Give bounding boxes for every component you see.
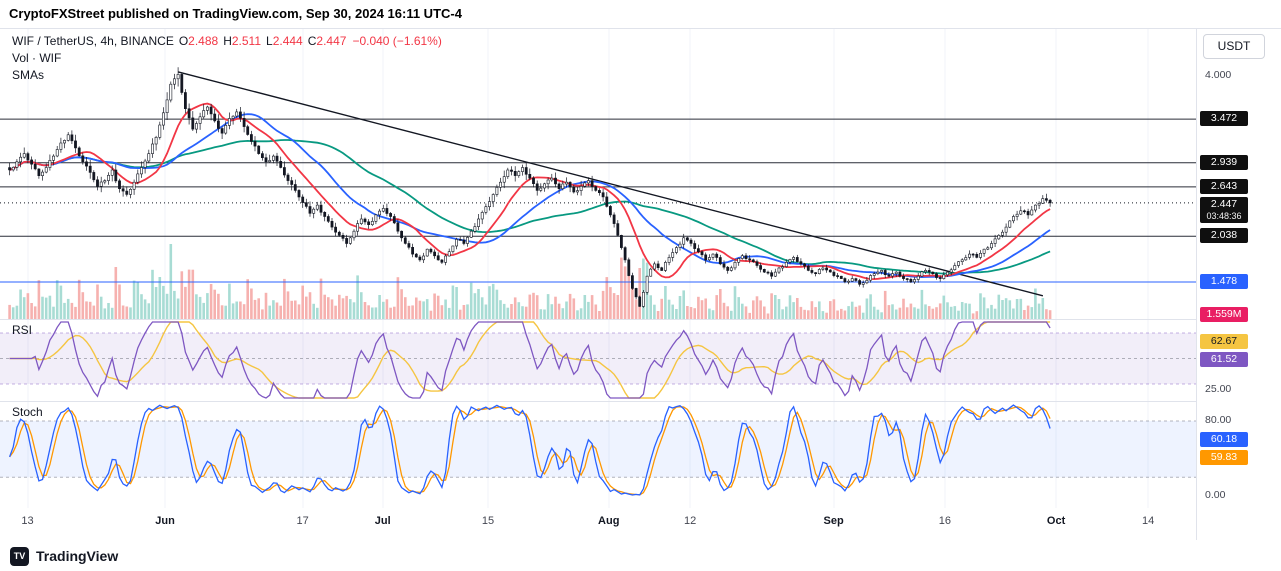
time-axis-label: 12 [684,515,696,527]
time-axis-label: Aug [598,515,619,527]
tradingview-logo-icon[interactable]: TV [10,547,29,566]
price-axis-badge: 2.038 [1200,228,1248,243]
time-axis-label: Jul [375,515,391,527]
axis-tick-label: 0.00 [1205,489,1225,501]
attribution-bar: CryptoFXStreet published on TradingView.… [0,0,1281,28]
open-value: 2.488 [188,34,218,48]
chart-area[interactable]: WIF / TetherUS, 4h, BINANCE O2.488 H2.511 L… [0,28,1281,539]
tradingview-published-chart: CryptoFXStreet published on TradingView.… [0,0,1281,571]
stoch-pane-label[interactable]: Stoch [12,405,43,419]
high-value: 2.511 [232,34,261,48]
rsi-axis-badge: 61.52 [1200,352,1248,367]
change-value: −0.040 (−1.61%) [352,34,441,48]
price-axis-badge: 2.44703:48:36 [1200,197,1248,223]
stoch-axis-badge: 60.18 [1200,432,1248,447]
axis-tick-label: 25.00 [1205,383,1231,395]
price-axis-badge: 1.478 [1200,274,1248,289]
stoch-pane-canvas[interactable] [0,401,1196,508]
time-axis-label: 17 [296,515,308,527]
price-axis[interactable]: USDT 4.00050.0025.0080.000.003.4722.9392… [1196,29,1281,540]
time-axis-label: 13 [21,515,33,527]
countdown-timer: 03:48:36 [1205,211,1243,222]
open-label: O [179,34,188,48]
stoch-axis-badge: 59.83 [1200,450,1248,465]
axis-tick-label: 4.000 [1205,69,1231,81]
price-axis-badge: 2.939 [1200,155,1248,170]
volume-axis-badge: 1.559M [1200,307,1248,322]
rsi-pane-canvas[interactable] [0,319,1196,401]
symbol-title[interactable]: WIF / TetherUS, 4h, BINANCE [12,34,174,48]
tradingview-brand-text[interactable]: TradingView [36,548,118,564]
high-label: H [223,34,232,48]
time-axis-label: Oct [1047,515,1065,527]
low-value: 2.444 [273,34,303,48]
smas-legend-row[interactable]: SMAs [12,67,442,84]
footer-bar: TV TradingView [0,539,1281,571]
currency-toggle-button[interactable]: USDT [1203,34,1265,59]
axis-tick-label: 80.00 [1205,414,1231,426]
time-axis-label: 16 [939,515,951,527]
pane-separator[interactable] [0,401,1281,402]
price-axis-badge: 3.472 [1200,111,1248,126]
rsi-axis-badge: 62.67 [1200,334,1248,349]
low-label: L [266,34,273,48]
price-axis-badge: 2.643 [1200,179,1248,194]
time-axis-label: 14 [1142,515,1154,527]
legend-symbol-row[interactable]: WIF / TetherUS, 4h, BINANCE O2.488 H2.511 L… [12,33,442,50]
pane-separator[interactable] [0,319,1281,320]
rsi-pane-label[interactable]: RSI [12,323,32,337]
close-value: 2.447 [316,34,346,48]
time-axis[interactable]: 13 Jun 17 Jul 15 Aug 12 Sep 16 Oct 14 [0,508,1196,540]
time-axis-label: Sep [824,515,844,527]
volume-legend-row[interactable]: Vol · WIF [12,50,442,67]
time-axis-label: Jun [155,515,175,527]
chart-legend: WIF / TetherUS, 4h, BINANCE O2.488 H2.511 L… [12,33,442,84]
time-axis-label: 15 [482,515,494,527]
